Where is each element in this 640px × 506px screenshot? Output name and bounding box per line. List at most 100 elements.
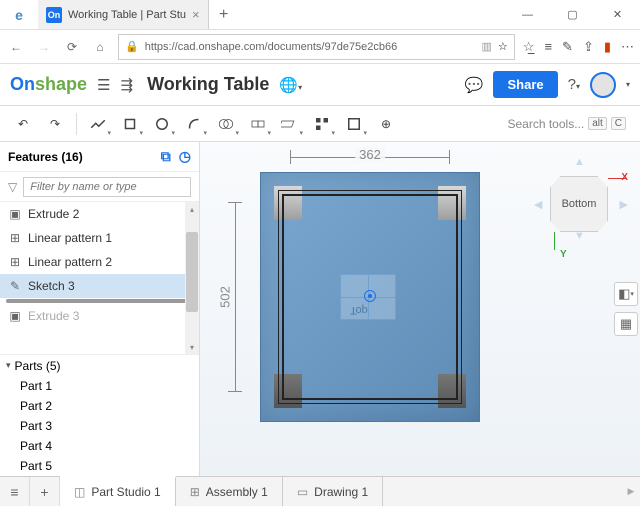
feature-item-linear2[interactable]: ⊞ Linear pattern 2 <box>0 250 199 274</box>
iso-view-button[interactable]: ◧▾ <box>614 282 638 306</box>
timer-icon[interactable]: ◷ <box>179 148 191 165</box>
parts-count: (5) <box>46 359 61 373</box>
add-feature-icon[interactable]: ⧉ <box>161 148 171 165</box>
revolve-tool[interactable] <box>147 110 177 138</box>
vertical-dimension[interactable]: 502 <box>228 202 242 392</box>
feature-sidebar: Features (16) ⧉ ◷ ▽ ▣ Extrude 2 ⊞ Linear… <box>0 142 200 476</box>
browser-tab[interactable]: On Working Table | Part Stu × <box>38 0 209 29</box>
part-item[interactable]: Part 3 <box>0 416 199 436</box>
part-item[interactable]: Part 1 <box>0 376 199 396</box>
comments-icon[interactable]: 💬 <box>465 76 484 94</box>
cube-face[interactable]: Bottom <box>550 176 608 232</box>
tabs-menu-button[interactable]: ≡ <box>0 477 30 506</box>
search-tools-label[interactable]: Search tools... <box>507 117 584 131</box>
tab-close-icon[interactable]: × <box>192 7 200 22</box>
tab-drawing[interactable]: ▭ Drawing 1 <box>283 477 383 506</box>
rollback-bar[interactable] <box>6 299 193 303</box>
redo-button[interactable]: ↷ <box>40 110 70 138</box>
share-button[interactable]: Share <box>493 71 557 98</box>
undo-button[interactable]: ↶ <box>8 110 38 138</box>
parts-header[interactable]: ▾ Parts (5) <box>0 354 199 376</box>
feature-item-extrude2[interactable]: ▣ Extrude 2 <box>0 202 199 226</box>
assembly-icon: ⊞ <box>190 485 200 499</box>
sketch-icon: ✎ <box>8 279 22 293</box>
section-view-button[interactable]: ▦ <box>614 312 638 336</box>
top-plane-label: Top <box>350 304 368 316</box>
dim-h-value: 362 <box>355 147 385 162</box>
url-text: https://cad.onshape.com/documents/97de75… <box>145 41 476 53</box>
transform-tool[interactable] <box>243 110 273 138</box>
canvas-side-tools: ◧▾ ▦ <box>614 282 638 336</box>
parts-label: Parts <box>15 359 43 373</box>
menu-icon[interactable]: ☰ <box>97 76 110 94</box>
tab-part-studio[interactable]: ◫ Part Studio 1 <box>60 476 176 506</box>
config-tool[interactable] <box>339 110 369 138</box>
model-canvas[interactable]: 362 502 Top ▲ ▼ ◀ ▶ Bottom <box>200 142 640 476</box>
horizontal-dimension[interactable]: 362 <box>290 150 450 164</box>
reading-view-icon[interactable]: ▥ <box>482 40 492 53</box>
view-cube[interactable]: ▲ ▼ ◀ ▶ Bottom X Y <box>530 152 630 262</box>
fillet-tool[interactable] <box>179 110 209 138</box>
cube-arrow-right[interactable]: ▶ <box>620 198 628 211</box>
boolean-tool[interactable] <box>211 110 241 138</box>
tab-assembly[interactable]: ⊞ Assembly 1 <box>176 477 283 506</box>
feature-scrollbar[interactable]: ▴ ▾ <box>185 202 199 354</box>
scroll-up-icon[interactable]: ▴ <box>185 202 199 216</box>
filter-input[interactable] <box>23 177 191 197</box>
new-tab-button[interactable]: + <box>209 0 239 29</box>
filter-icon[interactable]: ▽ <box>8 180 17 194</box>
add-tab-button[interactable]: + <box>30 477 60 506</box>
refresh-button[interactable]: ⟳ <box>62 37 82 57</box>
insert-tool[interactable]: ⊕ <box>371 110 401 138</box>
kbd-alt: alt <box>588 117 607 130</box>
notes-icon[interactable]: ✎ <box>562 39 573 55</box>
favorites-hub-icon[interactable]: ☆̲ <box>523 39 535 55</box>
part-item[interactable]: Part 5 <box>0 456 199 476</box>
user-avatar[interactable] <box>590 72 616 98</box>
scroll-down-icon[interactable]: ▾ <box>185 340 199 354</box>
document-title[interactable]: Working Table <box>147 74 269 95</box>
chevron-down-icon: ▾ <box>6 360 11 371</box>
browser-urlbar: ← → ⟳ ⌂ 🔒 https://cad.onshape.com/docume… <box>0 30 640 64</box>
feature-item-extrude3[interactable]: ▣ Extrude 3 <box>0 304 199 328</box>
cube-arrow-left[interactable]: ◀ <box>534 198 542 211</box>
onshape-favicon: On <box>46 7 62 23</box>
share-icon[interactable]: ⇪ <box>583 39 594 55</box>
reading-list-icon[interactable]: ≡ <box>544 39 552 55</box>
part-item[interactable]: Part 2 <box>0 396 199 416</box>
dim-v-value: 502 <box>217 286 232 308</box>
globe-icon[interactable]: 🌐▾ <box>279 76 302 94</box>
edge-browser-icon: e <box>0 0 38 29</box>
tree-icon[interactable]: ⇶ <box>120 76 133 94</box>
window-close-button[interactable]: ✕ <box>595 0 640 29</box>
scroll-thumb[interactable] <box>186 232 198 312</box>
drawing-icon: ▭ <box>297 485 308 499</box>
cube-arrow-up[interactable]: ▲ <box>574 156 585 168</box>
home-button[interactable]: ⌂ <box>90 37 110 57</box>
tabs-scroll-right[interactable]: ▶ <box>622 477 640 506</box>
sketch-tool[interactable] <box>83 110 113 138</box>
back-button[interactable]: ← <box>6 37 26 57</box>
url-input[interactable]: 🔒 https://cad.onshape.com/documents/97de… <box>118 34 515 60</box>
axis-y-label: Y <box>560 249 567 260</box>
feature-item-sketch3[interactable]: ✎ Sketch 3 <box>0 274 199 298</box>
origin-marker[interactable] <box>364 290 376 302</box>
extrude-tool[interactable] <box>115 110 145 138</box>
onshape-logo[interactable]: Onshape <box>10 74 87 95</box>
more-icon[interactable]: ⋯ <box>621 39 634 55</box>
pattern-icon: ⊞ <box>8 231 22 245</box>
plane-tool[interactable] <box>275 110 305 138</box>
window-minimize-button[interactable]: — <box>505 0 550 29</box>
pattern-tool[interactable] <box>307 110 337 138</box>
app-header: Onshape ☰ ⇶ Working Table 🌐▾ 💬 Share ?▾ … <box>0 64 640 106</box>
help-icon[interactable]: ?▾ <box>568 76 580 93</box>
extrude-icon: ▣ <box>8 309 22 323</box>
main-area: Features (16) ⧉ ◷ ▽ ▣ Extrude 2 ⊞ Linear… <box>0 142 640 476</box>
favorite-icon[interactable]: ☆ <box>498 40 508 53</box>
browser-titlebar: e On Working Table | Part Stu × + — ▢ ✕ <box>0 0 640 30</box>
tab-title: Working Table | Part Stu <box>68 9 186 21</box>
window-maximize-button[interactable]: ▢ <box>550 0 595 29</box>
part-item[interactable]: Part 4 <box>0 436 199 456</box>
feature-item-linear1[interactable]: ⊞ Linear pattern 1 <box>0 226 199 250</box>
extensions-icon[interactable]: ▮ <box>604 39 611 55</box>
